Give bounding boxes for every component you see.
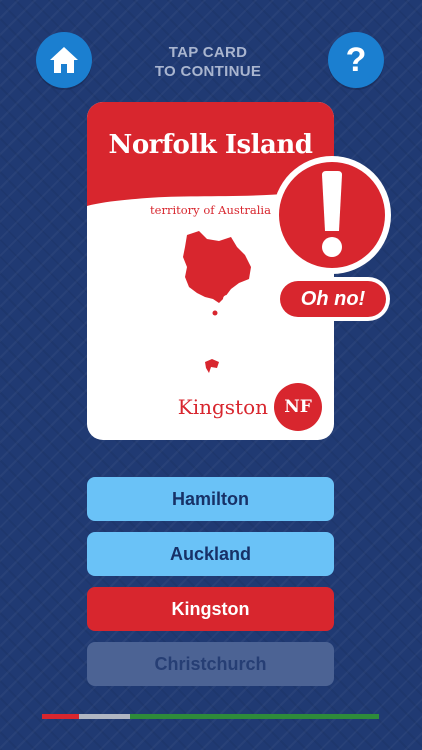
progress-segment-wrong	[42, 714, 80, 719]
home-button[interactable]	[36, 32, 92, 88]
country-card[interactable]: Norfolk Island territory of Australia Ki…	[87, 102, 334, 440]
progress-segment-correct	[129, 714, 379, 719]
tap-to-continue-hint: TAP CARD TO CONTINUE	[120, 43, 296, 81]
answer-option-hamilton[interactable]: Hamilton	[87, 477, 334, 521]
exclamation-icon	[279, 162, 385, 268]
island-map-icon	[183, 231, 251, 316]
hint-line-2: TO CONTINUE	[154, 63, 262, 80]
country-code-badge: NF	[274, 383, 322, 431]
help-button[interactable]: ?	[328, 32, 384, 88]
card-title: Norfolk Island	[108, 130, 313, 160]
progress-segment-pending	[79, 714, 130, 719]
answer-option-kingston[interactable]: Kingston	[87, 587, 334, 631]
home-icon	[50, 47, 78, 73]
oh-no-badge: Oh no!	[276, 277, 390, 321]
answer-option-christchurch[interactable]: Christchurch	[87, 642, 334, 686]
progress-bar	[42, 714, 379, 719]
answer-option-auckland[interactable]: Auckland	[87, 532, 334, 576]
question-icon: ?	[345, 41, 367, 79]
oh-no-label: Oh no!	[280, 281, 386, 317]
islet-map-icon	[205, 359, 219, 373]
wrong-answer-alert	[273, 156, 391, 274]
hint-line-1: TAP CARD	[168, 44, 248, 61]
card-capital: Kingston	[177, 395, 268, 419]
